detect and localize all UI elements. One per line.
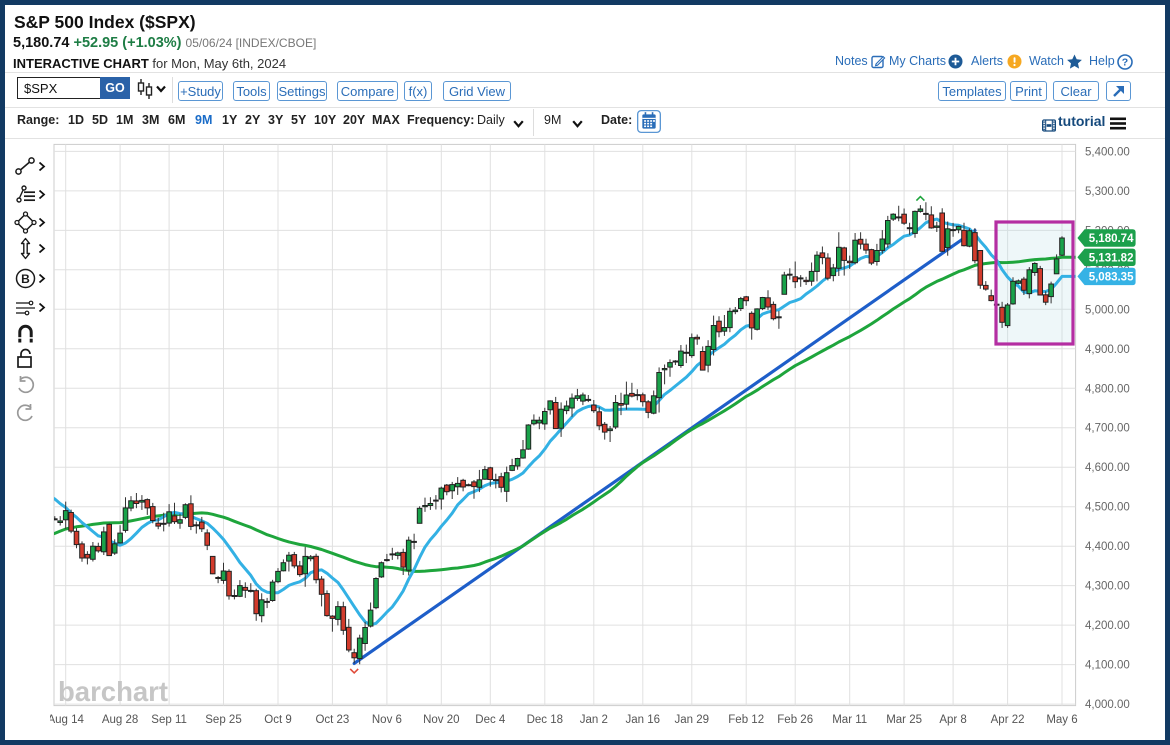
svg-text:Nov 6: Nov 6 (372, 714, 402, 726)
svg-text:Jan 16: Jan 16 (626, 714, 661, 726)
svg-text:Mar 25: Mar 25 (886, 714, 922, 726)
svg-text:Mar 11: Mar 11 (832, 714, 867, 726)
svg-text:4,300.00: 4,300.00 (1085, 581, 1130, 593)
svg-text:4,000.00: 4,000.00 (1085, 699, 1130, 711)
svg-text:4,900.00: 4,900.00 (1085, 344, 1130, 356)
svg-text:Sep 11: Sep 11 (151, 714, 187, 726)
svg-text:Oct 23: Oct 23 (315, 714, 349, 726)
svg-text:B: B (21, 272, 30, 286)
svg-text:5,131.82: 5,131.82 (1089, 252, 1134, 264)
svg-text:5,180.74: 5,180.74 (1089, 233, 1134, 245)
svg-text:5,083.35: 5,083.35 (1089, 271, 1134, 283)
svg-text:Aug 14: Aug 14 (50, 714, 85, 726)
svg-text:May 6: May 6 (1046, 714, 1077, 726)
svg-text:?: ? (1122, 57, 1128, 69)
svg-text:4,200.00: 4,200.00 (1085, 620, 1130, 632)
svg-text:5,400.00: 5,400.00 (1085, 146, 1130, 158)
svg-text:Feb 12: Feb 12 (728, 714, 764, 726)
svg-text:4,700.00: 4,700.00 (1085, 423, 1130, 435)
svg-text:Apr 22: Apr 22 (991, 714, 1025, 726)
svg-text:Dec 4: Dec 4 (475, 714, 506, 726)
svg-text:4,400.00: 4,400.00 (1085, 541, 1130, 553)
svg-text:4,100.00: 4,100.00 (1085, 660, 1130, 672)
svg-text:Jan 2: Jan 2 (580, 714, 608, 726)
svg-text:4,500.00: 4,500.00 (1085, 502, 1130, 514)
svg-text:Oct 9: Oct 9 (264, 714, 291, 726)
svg-text:Apr 8: Apr 8 (939, 714, 967, 726)
svg-text:Dec 18: Dec 18 (527, 714, 563, 726)
svg-text:Jan 29: Jan 29 (675, 714, 710, 726)
svg-text:4,800.00: 4,800.00 (1085, 383, 1130, 395)
svg-text:Nov 20: Nov 20 (423, 714, 459, 726)
svg-text:Aug 28: Aug 28 (102, 714, 138, 726)
svg-text:barchart: barchart (58, 676, 168, 707)
svg-text:Sep 25: Sep 25 (205, 714, 241, 726)
svg-text:4,600.00: 4,600.00 (1085, 462, 1130, 474)
svg-text:Feb 26: Feb 26 (777, 714, 813, 726)
svg-text:5,300.00: 5,300.00 (1085, 186, 1130, 198)
svg-text:5,000.00: 5,000.00 (1085, 304, 1130, 316)
